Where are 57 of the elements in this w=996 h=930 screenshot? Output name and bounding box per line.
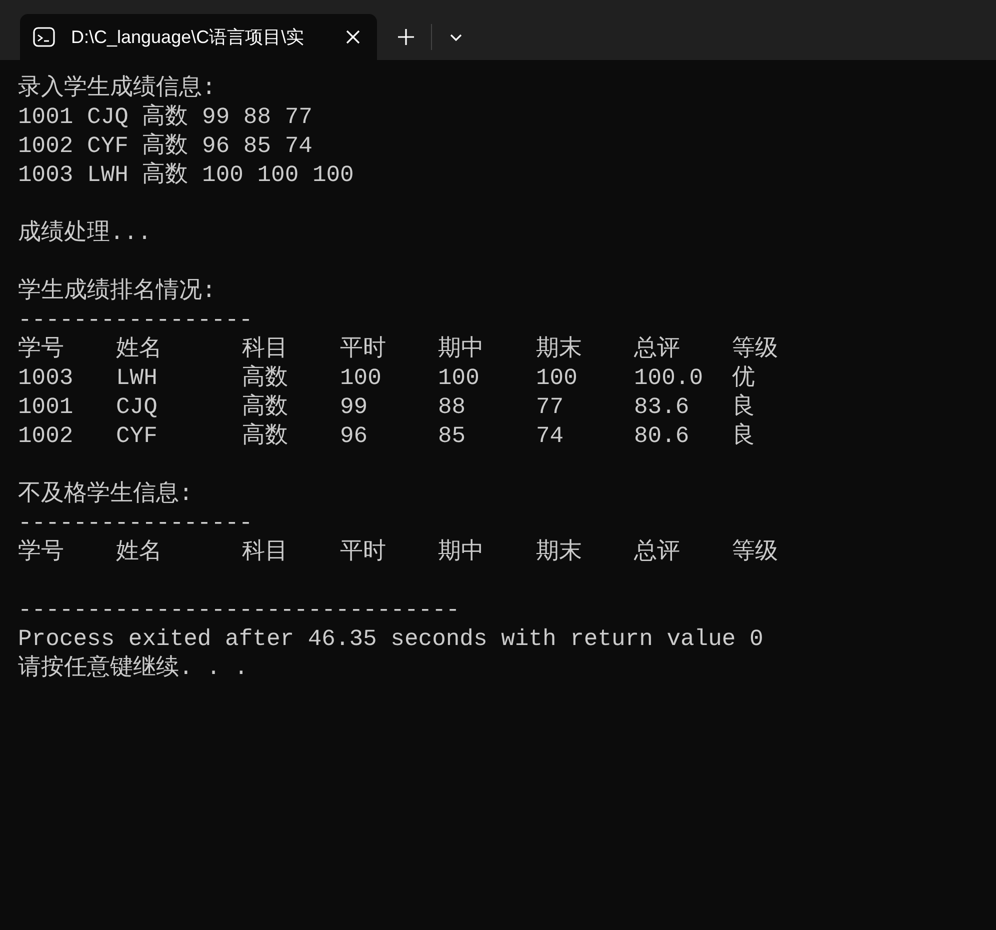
table-cell-text: 1001 [18, 393, 74, 422]
column-header: 期末 [536, 538, 583, 567]
table-cell-text: 96 [340, 422, 369, 451]
console-line: 1001 CJQ 高数 99 88 77 [18, 103, 314, 132]
table-cell-text: 1002 [18, 422, 74, 451]
table-cell-text: 100 [536, 364, 578, 393]
close-icon [345, 29, 361, 45]
table-cell-text: 100 [340, 364, 382, 393]
dashed-line: ----------------- [18, 509, 254, 538]
console-line: 不及格学生信息: [18, 480, 194, 509]
column-header: 期中 [438, 335, 485, 364]
column-header: 等级 [732, 335, 779, 364]
table-cell-text: 1003 [18, 364, 74, 393]
plus-icon [397, 28, 415, 46]
column-header: 科目 [242, 538, 289, 567]
table-cell-text: 高数 [242, 364, 289, 393]
table-cell-text: 99 [340, 393, 369, 422]
console-line: 请按任意键继续. . . [18, 654, 250, 683]
column-header: 学号 [18, 538, 65, 567]
table-cell-text: 高数 [242, 422, 289, 451]
table-cell-text: 优 [732, 364, 756, 393]
table-cell-text: CYF [116, 422, 158, 451]
column-header: 总评 [634, 335, 681, 364]
tab-title: D:\C_language\C语言项目\实 [71, 26, 306, 49]
dashed-line: ----------------- [18, 306, 254, 335]
column-header: 姓名 [116, 538, 163, 567]
dashed-line: -------------------------------- [18, 596, 461, 625]
column-header: 姓名 [116, 335, 163, 364]
table-cell-text: 良 [732, 422, 756, 451]
table-cell-text: 80.6 [634, 422, 690, 451]
column-header: 期中 [438, 538, 485, 567]
console-line: 录入学生成绩信息: [18, 74, 217, 103]
table-cell-text: 100 [438, 364, 480, 393]
column-header: 期末 [536, 335, 583, 364]
table-cell-text: 74 [536, 422, 565, 451]
console-line: 成绩处理... [18, 219, 152, 248]
table-cell-text: 良 [732, 393, 756, 422]
table-cell-text: 100.0 [634, 364, 704, 393]
console-line: 学生成绩排名情况: [18, 277, 217, 306]
terminal-icon [33, 27, 55, 47]
column-header: 学号 [18, 335, 65, 364]
table-cell-text: 88 [438, 393, 467, 422]
table-cell-text: LWH [116, 364, 158, 393]
column-header: 等级 [732, 538, 779, 567]
console-line: 1003 LWH 高数 100 100 100 [18, 161, 355, 190]
column-header: 平时 [340, 335, 387, 364]
table-cell-text: 83.6 [634, 393, 690, 422]
terminal-tab[interactable]: D:\C_language\C语言项目\实 [20, 14, 377, 60]
console-line: 1002 CYF 高数 96 85 74 [18, 132, 314, 161]
column-header: 科目 [242, 335, 289, 364]
table-cell-text: 85 [438, 422, 467, 451]
console-line: Process exited after 46.35 seconds with return value 0 [18, 625, 764, 654]
table-cell-text: CJQ [116, 393, 158, 422]
table-cell-text: 77 [536, 393, 565, 422]
column-header: 平时 [340, 538, 387, 567]
table-cell-text: 高数 [242, 393, 289, 422]
column-header: 总评 [634, 538, 681, 567]
